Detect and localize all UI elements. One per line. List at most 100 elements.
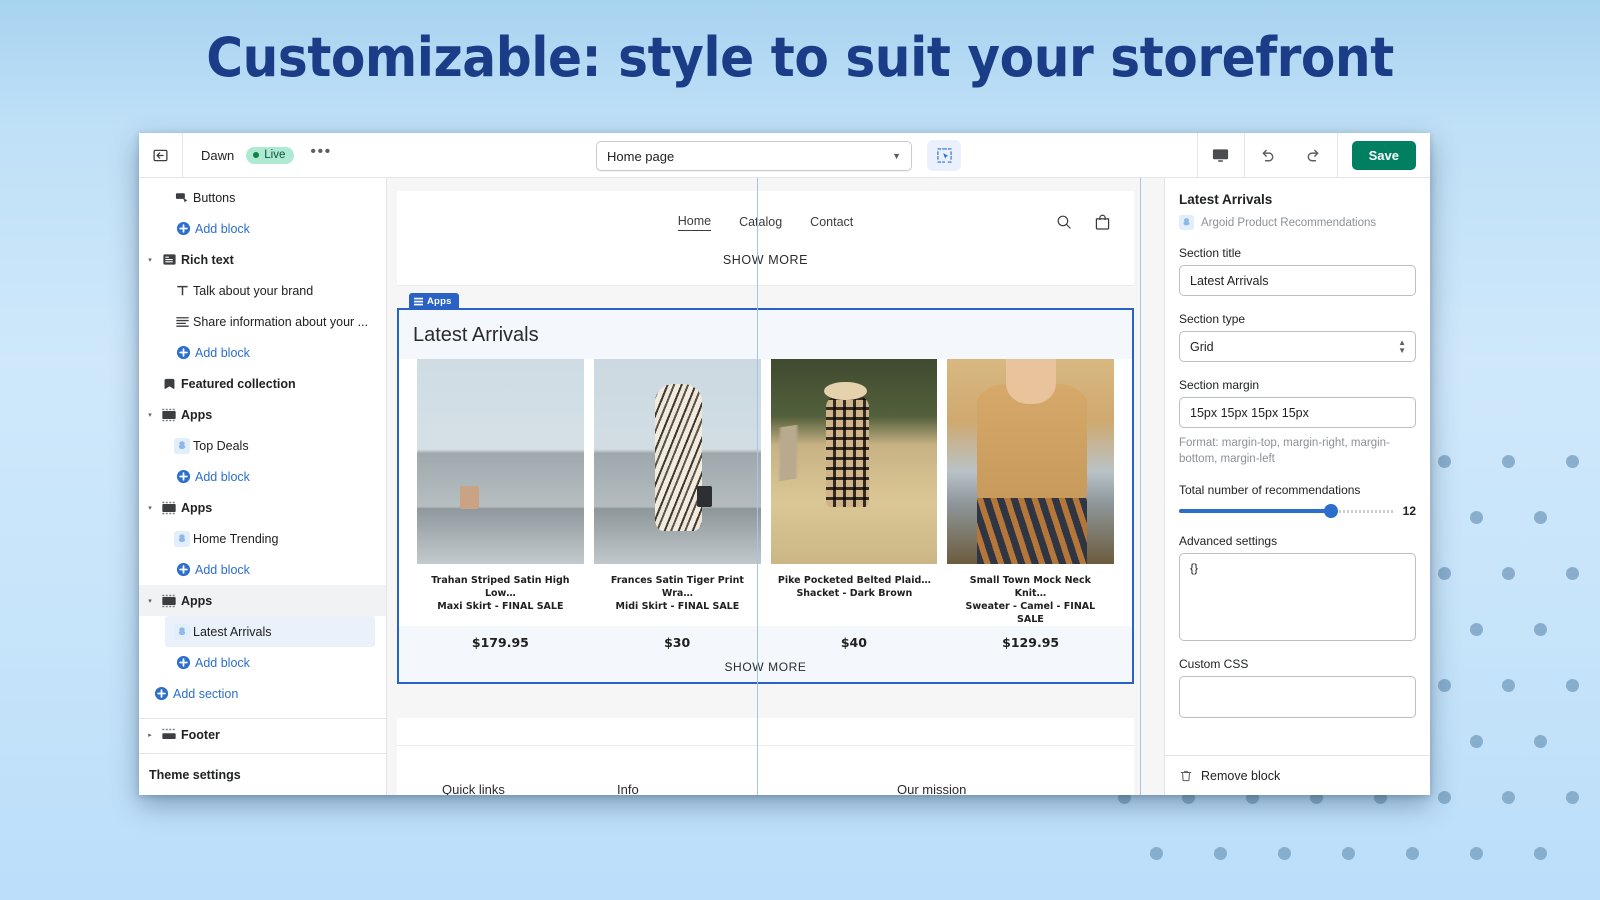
apps-badge-label: Apps [427,296,452,307]
product-image [770,359,938,564]
section-type-value: Grid [1190,339,1214,354]
section-title-label: Section title [1179,246,1242,260]
decorative-dot [1566,455,1579,468]
plus-circle-icon [171,221,195,236]
decorative-dot [1470,735,1483,748]
sidebar-addblock-button[interactable]: Add block [139,337,386,368]
plus-circle-icon [171,345,195,360]
slider-thumb[interactable] [1324,504,1339,518]
disclosure-triangle-icon[interactable]: ▾ [143,411,157,419]
disclosure-triangle-icon[interactable]: ▾ [143,256,157,264]
nav-link-catalog[interactable]: Catalog [739,215,782,229]
apps-icon [157,594,181,608]
selected-app-section[interactable]: Apps Latest Arrivals Trahan Striped Sati… [397,293,1134,684]
sidebar-addsection-button[interactable]: Add section [139,678,386,709]
advanced-settings-label: Advanced settings [1179,534,1278,548]
disclosure-triangle-icon[interactable]: ▾ [143,597,157,605]
sidebar-block-talk-about-your-brand[interactable]: Talk about your brand [139,275,386,306]
chevron-down-icon: ▼ [892,151,901,161]
product-price: $129.95 [1002,635,1060,650]
decorative-dot [1502,679,1515,692]
sidebar-addblock-button[interactable]: Add block [139,647,386,678]
sidebar-item-label: Talk about your brand [193,283,314,298]
sidebar-addblock-button[interactable]: Add block [139,213,386,244]
sidebar-section-featured-collection[interactable]: Featured collection [139,368,386,399]
sidebar-item-label: Featured collection [181,376,296,391]
sidebar-item-label: Add block [195,221,250,236]
sidebar-section-apps[interactable]: ▾ Apps [139,399,386,430]
remove-block-button[interactable]: Remove block [1165,755,1430,795]
sidebar-item-label: Add block [195,345,250,360]
plus-circle-icon [171,469,195,484]
disclosure-triangle-icon[interactable]: ▸ [143,731,157,739]
sidebar-section-apps[interactable]: ▾ Apps [139,492,386,523]
page-selector[interactable]: Home page ▼ [596,141,912,171]
product-name: Small Town Mock Neck Knit… Sweater - Came… [965,575,1096,625]
argoid-icon [171,530,193,547]
product-card[interactable]: Small Town Mock Neck Knit… Sweater - Came… [947,359,1114,626]
apps-section-badge: Apps [409,293,459,310]
sidebar-block-buttons[interactable]: Buttons [139,182,386,213]
section-margin-input[interactable]: 15px 15px 15px 15px [1179,397,1416,428]
decorative-dot [1438,679,1451,692]
custom-css-label: Custom CSS [1179,657,1249,671]
decorative-dot [1534,735,1547,748]
section-title-input[interactable]: Latest Arrivals [1179,265,1416,296]
buttons-icon [171,190,193,205]
search-icon[interactable] [1055,213,1073,231]
shopping-bag-icon[interactable] [1093,213,1112,232]
decorative-dot [1150,847,1163,860]
product-card[interactable]: Pike Pocketed Belted Plaid… Shacket - Dar… [770,359,938,626]
decorative-dot [1566,567,1579,580]
sidebar-item-label: Add block [195,655,250,670]
sidebar-section-rich-text[interactable]: ▾ Rich text [139,244,386,275]
recommendations-slider[interactable] [1179,504,1394,518]
custom-css-textarea[interactable] [1179,676,1416,718]
decorative-dot [1502,791,1515,804]
apps-icon [157,408,181,422]
nav-link-home[interactable]: Home [677,214,712,231]
decorative-dot [1534,511,1547,524]
advanced-settings-textarea[interactable]: {} [1179,553,1416,641]
product-price-row: $179.95 $30 $40 $129.95 [399,626,1132,654]
section-type-label: Section type [1179,312,1246,326]
storefront-canvas: Home Catalog Contact SHOW MORE [397,191,1134,286]
save-button[interactable]: Save [1351,140,1416,170]
product-card[interactable]: Trahan Striped Satin High Low… Maxi Skirt… [417,359,584,626]
toolbar-divider [1336,133,1338,178]
footer-icon [157,728,181,742]
undo-icon[interactable] [1245,133,1291,178]
redo-icon[interactable] [1291,133,1337,178]
sidebar-block-top-deals[interactable]: Top Deals [139,430,386,461]
sidebar-section-footer[interactable]: ▸ Footer [139,719,386,750]
product-card[interactable]: Frances Satin Tiger Print Wra… Midi Skirt… [593,359,761,626]
product-price: $40 [840,635,867,650]
page-headline: Customizable: style to suit your storefr… [206,26,1394,89]
theme-settings-button[interactable]: Theme settings [139,753,386,795]
disclosure-triangle-icon[interactable]: ▾ [143,504,157,512]
section-margin-help: Format: margin-top, margin-right, margin… [1179,437,1390,465]
sidebar-addblock-button[interactable]: Add block [139,554,386,585]
nav-link-contact[interactable]: Contact [810,215,853,229]
collection-icon [157,376,181,391]
theme-settings-label: Theme settings [149,767,241,782]
settings-title: Latest Arrivals [1179,192,1273,207]
sidebar-block-share-information-about-your[interactable]: Share information about your ... [139,306,386,337]
show-more-top-label[interactable]: SHOW MORE [397,253,1134,285]
stepper-arrows-icon: ▲ ▼ [1398,338,1406,355]
more-options-button[interactable]: ••• [310,144,331,162]
back-arrow-icon[interactable] [139,133,183,178]
sidebar-item-label: Add block [195,562,250,577]
block-settings-panel: Latest Arrivals Argoid Product Recommend… [1164,178,1430,795]
desktop-icon[interactable] [1198,133,1244,178]
remove-block-label: Remove block [1201,768,1281,783]
sidebar-block-latest-arrivals[interactable]: Latest Arrivals [165,616,375,647]
sidebar-block-home-trending[interactable]: Home Trending [139,523,386,554]
show-more-bottom-label[interactable]: SHOW MORE [399,654,1132,682]
section-type-select[interactable]: Grid ▲ ▼ [1179,331,1416,362]
sidebar-section-apps[interactable]: ▾ Apps [139,585,386,616]
decorative-dot [1438,567,1451,580]
decorative-dot [1438,455,1451,468]
select-inspector-icon[interactable] [927,140,961,171]
sidebar-addblock-button[interactable]: Add block [139,461,386,492]
